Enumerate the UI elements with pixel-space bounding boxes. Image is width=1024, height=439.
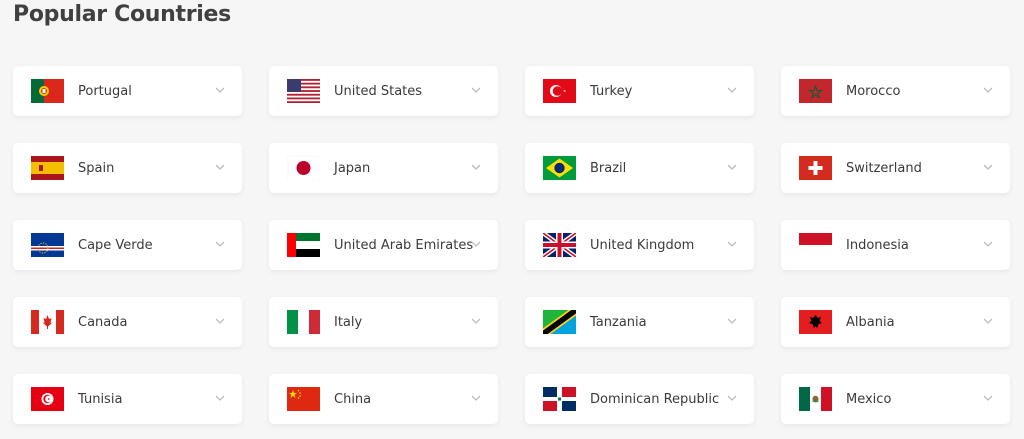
country-card-morocco[interactable]: Morocco: [781, 66, 1010, 116]
chevron-down-icon[interactable]: [982, 238, 994, 250]
country-card-spain[interactable]: Spain: [13, 143, 242, 193]
uae-flag-icon: [287, 233, 320, 257]
country-card-switzerland[interactable]: Switzerland: [781, 143, 1010, 193]
dominican-republic-flag-icon: [543, 387, 576, 411]
country-label: Albania: [846, 314, 895, 330]
country-card-united-states[interactable]: United States: [269, 66, 498, 116]
country-label: Dominican Republic: [590, 391, 720, 407]
chevron-down-icon[interactable]: [726, 315, 738, 327]
japan-flag-icon: [287, 156, 320, 180]
page-title: Popular Countries: [13, 2, 231, 27]
country-label: Indonesia: [846, 237, 909, 253]
switzerland-flag-icon: [799, 156, 832, 180]
chevron-down-icon[interactable]: [726, 161, 738, 173]
country-label: Italy: [334, 314, 363, 330]
chevron-down-icon[interactable]: [726, 392, 738, 404]
country-card-canada[interactable]: Canada: [13, 297, 242, 347]
chevron-down-icon[interactable]: [214, 238, 226, 250]
chevron-down-icon[interactable]: [214, 84, 226, 96]
country-label: Cape Verde: [78, 237, 153, 253]
country-label: China: [334, 391, 372, 407]
country-label: Japan: [334, 160, 371, 176]
country-card-indonesia[interactable]: Indonesia: [781, 220, 1010, 270]
chevron-down-icon[interactable]: [982, 84, 994, 96]
morocco-flag-icon: [799, 79, 832, 103]
chevron-down-icon[interactable]: [214, 392, 226, 404]
portugal-flag-icon: [31, 79, 64, 103]
country-card-portugal[interactable]: Portugal: [13, 66, 242, 116]
uk-flag-icon: [543, 233, 576, 257]
mexico-flag-icon: [799, 387, 832, 411]
chevron-down-icon[interactable]: [982, 161, 994, 173]
country-label: United States: [334, 83, 423, 99]
country-label: Morocco: [846, 83, 901, 99]
chevron-down-icon[interactable]: [982, 392, 994, 404]
country-card-japan[interactable]: Japan: [269, 143, 498, 193]
country-card-cape-verde[interactable]: Cape Verde: [13, 220, 242, 270]
country-label: United Kingdom: [590, 237, 695, 253]
chevron-down-icon[interactable]: [470, 84, 482, 96]
country-label: Spain: [78, 160, 115, 176]
country-label: Switzerland: [846, 160, 922, 176]
country-card-united-kingdom[interactable]: United Kingdom: [525, 220, 754, 270]
chevron-down-icon[interactable]: [470, 238, 482, 250]
country-label: Portugal: [78, 83, 132, 99]
chevron-down-icon[interactable]: [470, 392, 482, 404]
china-flag-icon: [287, 387, 320, 411]
chevron-down-icon[interactable]: [214, 161, 226, 173]
country-label: Canada: [78, 314, 128, 330]
turkey-flag-icon: [543, 79, 576, 103]
countries-grid: Portugal United States Turkey Morocco Sp…: [13, 66, 1010, 424]
country-label: Turkey: [590, 83, 633, 99]
country-label: Tanzania: [590, 314, 647, 330]
albania-flag-icon: [799, 310, 832, 334]
indonesia-flag-icon: [799, 233, 832, 257]
country-card-turkey[interactable]: Turkey: [525, 66, 754, 116]
country-card-italy[interactable]: Italy: [269, 297, 498, 347]
chevron-down-icon[interactable]: [726, 84, 738, 96]
country-card-tanzania[interactable]: Tanzania: [525, 297, 754, 347]
italy-flag-icon: [287, 310, 320, 334]
chevron-down-icon[interactable]: [982, 315, 994, 327]
country-card-albania[interactable]: Albania: [781, 297, 1010, 347]
canada-flag-icon: [31, 310, 64, 334]
country-card-brazil[interactable]: Brazil: [525, 143, 754, 193]
cape-verde-flag-icon: [31, 233, 64, 257]
tunisia-flag-icon: [31, 387, 64, 411]
chevron-down-icon[interactable]: [470, 315, 482, 327]
country-label: United Arab Emirates: [334, 237, 474, 253]
country-card-mexico[interactable]: Mexico: [781, 374, 1010, 424]
country-card-united-arab-emirates[interactable]: United Arab Emirates: [269, 220, 498, 270]
country-label: Mexico: [846, 391, 892, 407]
tanzania-flag-icon: [543, 310, 576, 334]
chevron-down-icon[interactable]: [470, 161, 482, 173]
chevron-down-icon[interactable]: [214, 315, 226, 327]
chevron-down-icon[interactable]: [726, 238, 738, 250]
spain-flag-icon: [31, 156, 64, 180]
country-card-dominican-republic[interactable]: Dominican Republic: [525, 374, 754, 424]
usa-flag-icon: [287, 79, 320, 103]
country-label: Tunisia: [78, 391, 123, 407]
country-card-tunisia[interactable]: Tunisia: [13, 374, 242, 424]
country-label: Brazil: [590, 160, 627, 176]
brazil-flag-icon: [543, 156, 576, 180]
country-card-china[interactable]: China: [269, 374, 498, 424]
